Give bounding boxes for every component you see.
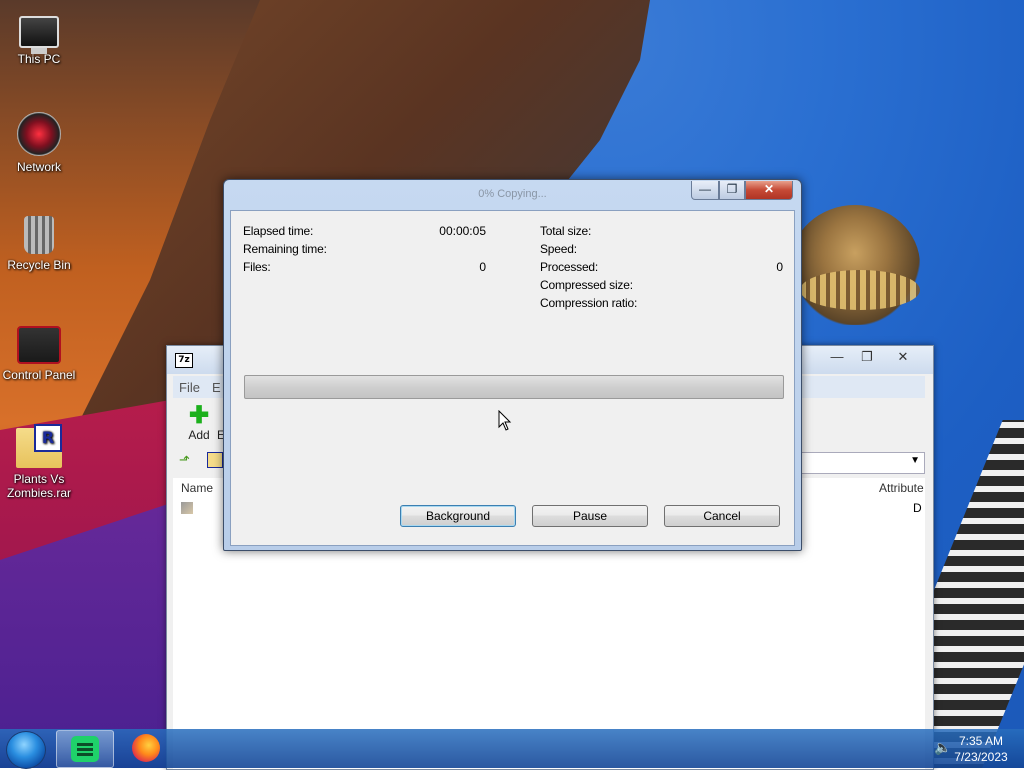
pause-button[interactable]: Pause [532,505,648,527]
rar-archive-icon: R [16,424,62,468]
rar-badge-icon: R [34,424,62,452]
desktop-icon-network[interactable]: Network [1,112,77,174]
compressed-size-label: Compressed size: [540,278,633,292]
chevron-down-icon: ▼ [910,455,920,466]
elapsed-time-value: 00:00:05 [439,224,486,238]
clock-date: 7/23/2023 [954,750,1008,764]
file-row-attributes: D [913,501,922,515]
copy-progress-bar [244,375,784,399]
desktop-icon-label: Network [16,160,61,174]
recycle-bin-icon [24,216,54,254]
compression-ratio-label: Compression ratio: [540,296,638,310]
desktop-icon-label: Plants Vs Zombies.rar [6,472,71,500]
dialog-minimize-button[interactable]: — [691,181,719,200]
up-folder-icon[interactable]: ⬏ [179,452,195,468]
start-orb-icon[interactable] [6,731,46,769]
file-manager-maximize-button[interactable]: ❐ [857,349,877,367]
system-tray: 🔈 7:35 AM 7/23/2023 [930,729,1024,768]
processed-label: Processed: [540,260,599,274]
desktop-icon-recycle-bin[interactable]: Recycle Bin [1,216,77,272]
control-panel-icon [17,326,61,364]
desktop-icon-label: Control Panel [2,368,76,382]
speed-label: Speed: [540,242,577,256]
dialog-maximize-button[interactable]: ❐ [719,181,745,200]
taskbar-notes-app[interactable] [56,730,114,768]
path-dropdown[interactable]: ▼ [801,452,925,474]
files-value: 0 [479,260,486,274]
elapsed-time-label: Elapsed time: [243,224,314,238]
dialog-body: Elapsed time: 00:00:05 Remaining time: F… [230,210,795,546]
desktop-icon-this-pc[interactable]: This PC [1,8,77,66]
desktop-icon-label: Recycle Bin [7,258,71,272]
plus-icon: ✚ [188,402,210,429]
dialog-close-button[interactable]: ✕ [745,181,793,200]
notes-app-icon [71,736,99,762]
file-manager-close-button[interactable]: ✕ [891,349,915,367]
dialog-window-controls: — ❐ ✕ [691,181,793,200]
remaining-time-label: Remaining time: [243,242,327,256]
7zip-app-icon: 7z [175,353,193,368]
desktop-icon-label: This PC [17,52,61,66]
archive-path-icon [207,452,223,468]
processed-value: 0 [776,260,783,274]
column-name[interactable]: Name [181,481,213,495]
firefox-icon [132,734,160,762]
background-button[interactable]: Background [400,505,516,527]
files-label: Files: [243,260,271,274]
cancel-button[interactable]: Cancel [664,505,780,527]
network-icon [17,112,61,156]
menu-file[interactable]: File [173,376,206,399]
copy-progress-dialog: 0% Copying... — ❐ ✕ Elapsed time: 00:00:05… [223,179,802,551]
add-button[interactable]: ✚ Add [181,402,217,443]
desktop-icon-plants-vs-zombies[interactable]: R Plants Vs Zombies.rar [1,424,77,500]
file-manager-minimize-button[interactable]: — [827,349,847,367]
taskbar-clock[interactable]: 7:35 AM 7/23/2023 [946,733,1016,765]
file-row-icon [181,502,193,514]
column-attributes[interactable]: Attribute [879,481,924,495]
wallpaper-needle-ring [800,270,920,310]
desktop-icon-control-panel[interactable]: Control Panel [1,320,77,382]
computer-icon [19,16,59,54]
clock-time: 7:35 AM [958,734,1004,748]
taskbar-firefox[interactable] [118,730,174,766]
total-size-label: Total size: [540,224,592,238]
taskbar: 🔈 7:35 AM 7/23/2023 [0,729,1024,769]
add-button-label: Add [188,428,210,442]
